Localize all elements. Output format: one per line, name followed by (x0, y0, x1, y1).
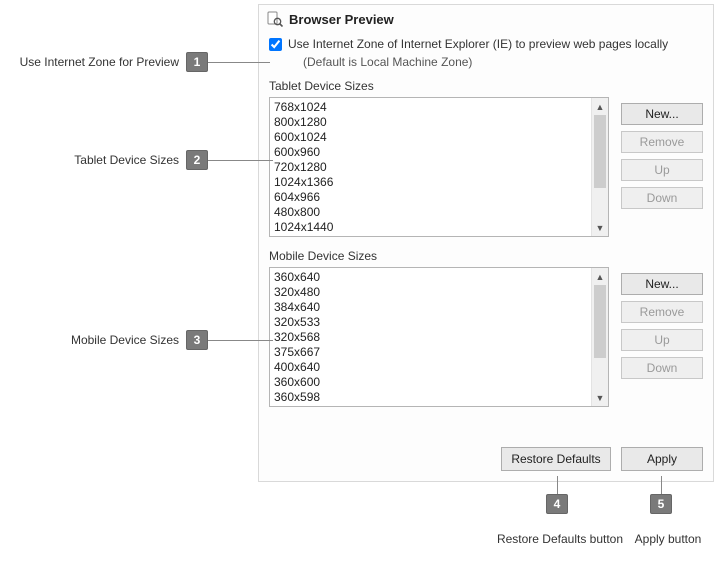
list-item[interactable]: 320x568 (274, 330, 587, 345)
scroll-down-icon[interactable]: ▼ (592, 389, 608, 406)
list-item[interactable]: 400x640 (274, 360, 587, 375)
callout-3-line (208, 340, 273, 341)
list-item[interactable]: 375x667 (274, 345, 587, 360)
tablet-button-column: New... Remove Up Down (621, 97, 703, 237)
scroll-thumb[interactable] (594, 285, 606, 358)
mobile-scrollbar[interactable]: ▲ ▼ (591, 268, 608, 406)
mobile-sizes-label: Mobile Device Sizes (259, 245, 713, 265)
internet-zone-row: Use Internet Zone of Internet Explorer (… (259, 35, 713, 51)
callout-1-badge: 1 (186, 52, 208, 72)
panel-footer: Restore Defaults Apply (501, 447, 703, 471)
callout-4-label: Restore Defaults button (485, 532, 635, 546)
tablet-up-button[interactable]: Up (621, 159, 703, 181)
mobile-remove-button[interactable]: Remove (621, 301, 703, 323)
panel-title: Browser Preview (289, 12, 394, 27)
list-item[interactable]: 320x533 (274, 315, 587, 330)
mobile-button-column: New... Remove Up Down (621, 267, 703, 407)
internet-zone-checkbox[interactable] (269, 38, 282, 51)
scroll-up-icon[interactable]: ▲ (592, 98, 608, 115)
callout-1-label: Use Internet Zone for Preview (6, 55, 179, 69)
callout-5-badge: 5 (650, 494, 672, 514)
panel-header: Browser Preview (259, 5, 713, 35)
list-item[interactable]: 1024x1366 (274, 175, 587, 190)
callout-1-line (208, 62, 270, 63)
mobile-listbox[interactable]: 360x640 320x480 384x640 320x533 320x568 … (269, 267, 609, 407)
callout-5-label: Apply button (628, 532, 708, 546)
internet-zone-note: (Default is Local Machine Zone) (259, 51, 713, 75)
list-item[interactable]: 720x1280 (274, 160, 587, 175)
tablet-listbox[interactable]: 768x1024 800x1280 600x1024 600x960 720x1… (269, 97, 609, 237)
restore-defaults-button[interactable]: Restore Defaults (501, 447, 611, 471)
list-item[interactable]: 1024x1440 (274, 220, 587, 235)
callout-5-line (661, 476, 662, 494)
callout-3-badge: 3 (186, 330, 208, 350)
scroll-down-icon[interactable]: ▼ (592, 219, 608, 236)
list-item[interactable]: 320x480 (274, 285, 587, 300)
tablet-scrollbar[interactable]: ▲ ▼ (591, 98, 608, 236)
list-item[interactable]: 360x598 (274, 390, 587, 405)
mobile-down-button[interactable]: Down (621, 357, 703, 379)
tablet-list-items: 768x1024 800x1280 600x1024 600x960 720x1… (270, 98, 591, 236)
list-item[interactable]: 800x1280 (274, 115, 587, 130)
list-item[interactable]: 384x640 (274, 300, 587, 315)
apply-button[interactable]: Apply (621, 447, 703, 471)
mobile-new-button[interactable]: New... (621, 273, 703, 295)
internet-zone-label: Use Internet Zone of Internet Explorer (… (288, 37, 668, 51)
tablet-down-button[interactable]: Down (621, 187, 703, 209)
list-item[interactable]: 600x1024 (274, 130, 587, 145)
list-item[interactable]: 360x640 (274, 270, 587, 285)
tablet-region: 768x1024 800x1280 600x1024 600x960 720x1… (259, 95, 713, 245)
callout-4-line (557, 476, 558, 494)
mobile-list-items: 360x640 320x480 384x640 320x533 320x568 … (270, 268, 591, 406)
mobile-region: 360x640 320x480 384x640 320x533 320x568 … (259, 265, 713, 415)
callout-2-label: Tablet Device Sizes (60, 153, 179, 167)
list-item[interactable]: 600x960 (274, 145, 587, 160)
list-item[interactable]: 604x966 (274, 190, 587, 205)
mobile-up-button[interactable]: Up (621, 329, 703, 351)
scroll-track[interactable] (592, 115, 608, 219)
scroll-up-icon[interactable]: ▲ (592, 268, 608, 285)
scroll-thumb[interactable] (594, 115, 606, 188)
scroll-track[interactable] (592, 285, 608, 389)
browser-preview-panel: Browser Preview Use Internet Zone of Int… (258, 4, 714, 482)
tablet-new-button[interactable]: New... (621, 103, 703, 125)
list-item[interactable]: 768x1024 (274, 100, 587, 115)
callout-2-line (208, 160, 273, 161)
callout-2-badge: 2 (186, 150, 208, 170)
callout-4-badge: 4 (546, 494, 568, 514)
magnifier-page-icon (267, 11, 283, 27)
tablet-remove-button[interactable]: Remove (621, 131, 703, 153)
list-item[interactable]: 480x800 (274, 205, 587, 220)
list-item[interactable]: 360x600 (274, 375, 587, 390)
callout-3-label: Mobile Device Sizes (56, 333, 179, 347)
tablet-sizes-label: Tablet Device Sizes (259, 75, 713, 95)
